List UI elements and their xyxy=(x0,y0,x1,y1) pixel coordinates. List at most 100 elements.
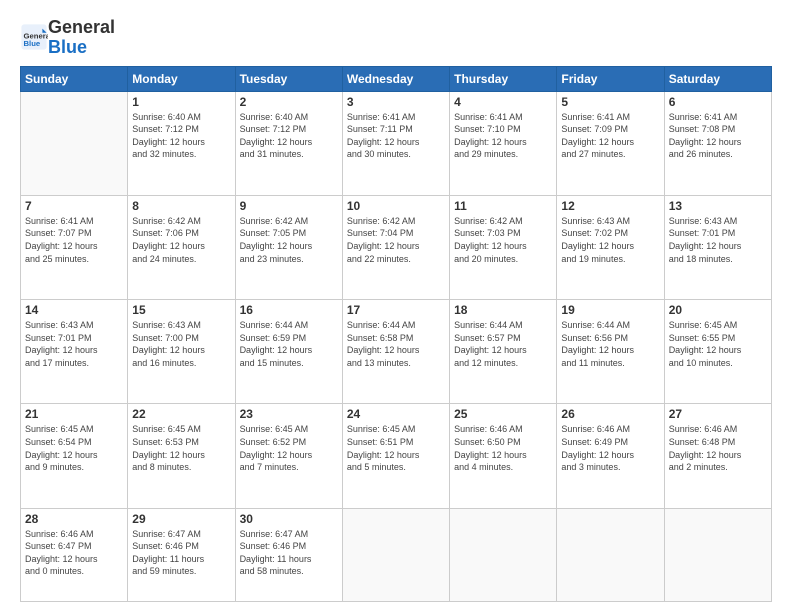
calendar-cell: 7 Sunrise: 6:41 AM Sunset: 7:07 PM Daylig… xyxy=(21,195,128,299)
weekday-header-sunday: Sunday xyxy=(21,66,128,91)
calendar-cell: 5 Sunrise: 6:41 AM Sunset: 7:09 PM Daylig… xyxy=(557,91,664,195)
day-number: 10 xyxy=(347,199,445,213)
day-info: Sunrise: 6:43 AM Sunset: 7:00 PM Dayligh… xyxy=(132,319,230,369)
calendar-cell: 16 Sunrise: 6:44 AM Sunset: 6:59 PM Dayli… xyxy=(235,300,342,404)
day-number: 19 xyxy=(561,303,659,317)
day-number: 16 xyxy=(240,303,338,317)
day-info: Sunrise: 6:45 AM Sunset: 6:52 PM Dayligh… xyxy=(240,423,338,473)
calendar-cell: 3 Sunrise: 6:41 AM Sunset: 7:11 PM Daylig… xyxy=(342,91,449,195)
day-number: 11 xyxy=(454,199,552,213)
day-number: 29 xyxy=(132,512,230,526)
day-info: Sunrise: 6:40 AM Sunset: 7:12 PM Dayligh… xyxy=(132,111,230,161)
day-number: 21 xyxy=(25,407,123,421)
weekday-header-saturday: Saturday xyxy=(664,66,771,91)
day-info: Sunrise: 6:47 AM Sunset: 6:46 PM Dayligh… xyxy=(132,528,230,578)
day-number: 2 xyxy=(240,95,338,109)
calendar-cell: 19 Sunrise: 6:44 AM Sunset: 6:56 PM Dayli… xyxy=(557,300,664,404)
day-info: Sunrise: 6:40 AM Sunset: 7:12 PM Dayligh… xyxy=(240,111,338,161)
day-number: 23 xyxy=(240,407,338,421)
day-info: Sunrise: 6:45 AM Sunset: 6:53 PM Dayligh… xyxy=(132,423,230,473)
calendar-cell: 24Sunrise: 6:45 AM Sunset: 6:51 PM Dayli… xyxy=(342,404,449,508)
weekday-header-monday: Monday xyxy=(128,66,235,91)
day-number: 9 xyxy=(240,199,338,213)
day-number: 12 xyxy=(561,199,659,213)
day-number: 1 xyxy=(132,95,230,109)
calendar-cell: 23 Sunrise: 6:45 AM Sunset: 6:52 PM Dayli… xyxy=(235,404,342,508)
day-info: Sunrise: 6:42 AM Sunset: 7:04 PM Dayligh… xyxy=(347,215,445,265)
page: General Blue General Blue SundayMondayTu… xyxy=(0,0,792,612)
day-number: 14 xyxy=(25,303,123,317)
day-info: Sunrise: 6:41 AM Sunset: 7:11 PM Dayligh… xyxy=(347,111,445,161)
day-info: Sunrise: 6:43 AM Sunset: 7:01 PM Dayligh… xyxy=(25,319,123,369)
day-number: 22 xyxy=(132,407,230,421)
day-number: 20 xyxy=(669,303,767,317)
day-info: Sunrise: 6:45 AM Sunset: 6:55 PM Dayligh… xyxy=(669,319,767,369)
logo-icon: General Blue xyxy=(20,23,48,51)
day-info: Sunrise: 6:46 AM Sunset: 6:50 PM Dayligh… xyxy=(454,423,552,473)
calendar-cell: 9Sunrise: 6:42 AM Sunset: 7:05 PM Daylig… xyxy=(235,195,342,299)
logo-general: General xyxy=(48,17,115,37)
calendar-cell: 25 Sunrise: 6:46 AM Sunset: 6:50 PM Dayli… xyxy=(450,404,557,508)
calendar-cell: 17 Sunrise: 6:44 AM Sunset: 6:58 PM Dayli… xyxy=(342,300,449,404)
day-number: 17 xyxy=(347,303,445,317)
calendar-cell: 27Sunrise: 6:46 AM Sunset: 6:48 PM Dayli… xyxy=(664,404,771,508)
logo: General Blue General Blue xyxy=(20,18,115,58)
day-info: Sunrise: 6:45 AM Sunset: 6:51 PM Dayligh… xyxy=(347,423,445,473)
calendar-cell xyxy=(557,508,664,601)
day-info: Sunrise: 6:41 AM Sunset: 7:10 PM Dayligh… xyxy=(454,111,552,161)
day-info: Sunrise: 6:46 AM Sunset: 6:49 PM Dayligh… xyxy=(561,423,659,473)
calendar-cell: 15 Sunrise: 6:43 AM Sunset: 7:00 PM Dayli… xyxy=(128,300,235,404)
day-info: Sunrise: 6:41 AM Sunset: 7:07 PM Dayligh… xyxy=(25,215,123,265)
calendar-cell: 2 Sunrise: 6:40 AM Sunset: 7:12 PM Daylig… xyxy=(235,91,342,195)
day-number: 5 xyxy=(561,95,659,109)
week-row-5: 28 Sunrise: 6:46 AM Sunset: 6:47 PM Dayli… xyxy=(21,508,772,601)
day-number: 28 xyxy=(25,512,123,526)
day-number: 8 xyxy=(132,199,230,213)
calendar-cell: 4Sunrise: 6:41 AM Sunset: 7:10 PM Daylig… xyxy=(450,91,557,195)
day-info: Sunrise: 6:41 AM Sunset: 7:08 PM Dayligh… xyxy=(669,111,767,161)
calendar-cell xyxy=(342,508,449,601)
calendar-cell: 10 Sunrise: 6:42 AM Sunset: 7:04 PM Dayli… xyxy=(342,195,449,299)
calendar-cell: 22 Sunrise: 6:45 AM Sunset: 6:53 PM Dayli… xyxy=(128,404,235,508)
week-row-4: 21 Sunrise: 6:45 AM Sunset: 6:54 PM Dayli… xyxy=(21,404,772,508)
day-info: Sunrise: 6:43 AM Sunset: 7:02 PM Dayligh… xyxy=(561,215,659,265)
day-info: Sunrise: 6:41 AM Sunset: 7:09 PM Dayligh… xyxy=(561,111,659,161)
day-number: 6 xyxy=(669,95,767,109)
day-number: 7 xyxy=(25,199,123,213)
calendar-cell: 18 Sunrise: 6:44 AM Sunset: 6:57 PM Dayli… xyxy=(450,300,557,404)
calendar-cell: 8Sunrise: 6:42 AM Sunset: 7:06 PM Daylig… xyxy=(128,195,235,299)
day-number: 27 xyxy=(669,407,767,421)
day-number: 30 xyxy=(240,512,338,526)
weekday-header-wednesday: Wednesday xyxy=(342,66,449,91)
calendar-cell: 6 Sunrise: 6:41 AM Sunset: 7:08 PM Daylig… xyxy=(664,91,771,195)
day-number: 3 xyxy=(347,95,445,109)
day-number: 15 xyxy=(132,303,230,317)
day-info: Sunrise: 6:45 AM Sunset: 6:54 PM Dayligh… xyxy=(25,423,123,473)
day-number: 25 xyxy=(454,407,552,421)
day-info: Sunrise: 6:44 AM Sunset: 6:57 PM Dayligh… xyxy=(454,319,552,369)
calendar-cell: 1 Sunrise: 6:40 AM Sunset: 7:12 PM Daylig… xyxy=(128,91,235,195)
day-number: 18 xyxy=(454,303,552,317)
calendar-cell: 20 Sunrise: 6:45 AM Sunset: 6:55 PM Dayli… xyxy=(664,300,771,404)
weekday-header-row: SundayMondayTuesdayWednesdayThursdayFrid… xyxy=(21,66,772,91)
day-info: Sunrise: 6:44 AM Sunset: 6:56 PM Dayligh… xyxy=(561,319,659,369)
day-info: Sunrise: 6:42 AM Sunset: 7:03 PM Dayligh… xyxy=(454,215,552,265)
day-info: Sunrise: 6:47 AM Sunset: 6:46 PM Dayligh… xyxy=(240,528,338,578)
calendar-cell: 13 Sunrise: 6:43 AM Sunset: 7:01 PM Dayli… xyxy=(664,195,771,299)
calendar-cell xyxy=(664,508,771,601)
day-info: Sunrise: 6:44 AM Sunset: 6:59 PM Dayligh… xyxy=(240,319,338,369)
calendar-cell xyxy=(21,91,128,195)
day-info: Sunrise: 6:46 AM Sunset: 6:47 PM Dayligh… xyxy=(25,528,123,578)
weekday-header-tuesday: Tuesday xyxy=(235,66,342,91)
day-info: Sunrise: 6:44 AM Sunset: 6:58 PM Dayligh… xyxy=(347,319,445,369)
weekday-header-thursday: Thursday xyxy=(450,66,557,91)
day-number: 26 xyxy=(561,407,659,421)
week-row-1: 1 Sunrise: 6:40 AM Sunset: 7:12 PM Daylig… xyxy=(21,91,772,195)
calendar-cell: 11 Sunrise: 6:42 AM Sunset: 7:03 PM Dayli… xyxy=(450,195,557,299)
calendar-cell: 28 Sunrise: 6:46 AM Sunset: 6:47 PM Dayli… xyxy=(21,508,128,601)
day-number: 13 xyxy=(669,199,767,213)
calendar-cell: 14 Sunrise: 6:43 AM Sunset: 7:01 PM Dayli… xyxy=(21,300,128,404)
calendar-cell: 21 Sunrise: 6:45 AM Sunset: 6:54 PM Dayli… xyxy=(21,404,128,508)
week-row-2: 7 Sunrise: 6:41 AM Sunset: 7:07 PM Daylig… xyxy=(21,195,772,299)
day-info: Sunrise: 6:43 AM Sunset: 7:01 PM Dayligh… xyxy=(669,215,767,265)
